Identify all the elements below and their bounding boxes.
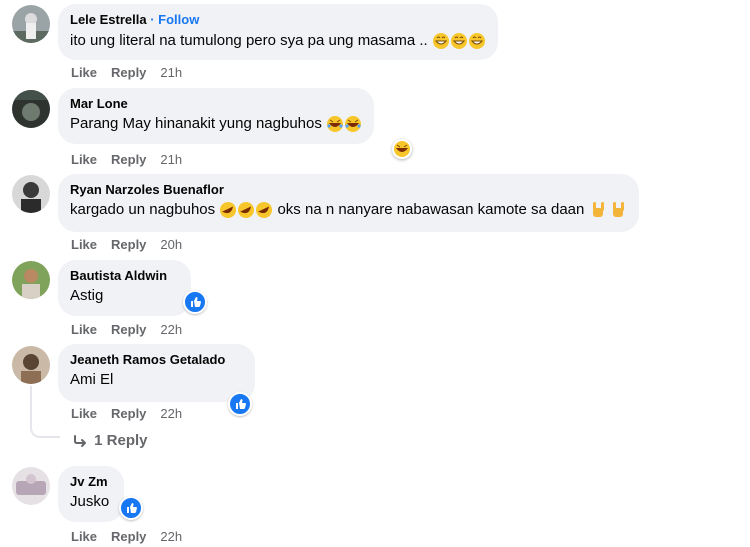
comment-actions: Like Reply 21h — [71, 65, 196, 80]
avatar[interactable] — [12, 261, 50, 299]
comment-actions: Like Reply 21h — [71, 152, 196, 167]
reply-arrow-icon — [74, 435, 86, 448]
avatar[interactable] — [12, 90, 50, 128]
laugh-reaction-icon[interactable] — [392, 139, 412, 159]
view-replies-link[interactable]: 1 Reply — [72, 432, 148, 449]
like-action[interactable]: Like — [71, 237, 97, 252]
timestamp[interactable]: 22h — [160, 322, 182, 337]
comment-text: kargado un nagbuhos — [70, 201, 216, 218]
avatar[interactable] — [12, 467, 50, 505]
reply-action[interactable]: Reply — [111, 529, 146, 544]
reply-action[interactable]: Reply — [111, 65, 146, 80]
like-action[interactable]: Like — [71, 152, 97, 167]
comment-actions: Like Reply 22h — [71, 529, 196, 544]
rofl-emoji-icon — [220, 202, 273, 219]
like-reaction-icon[interactable] — [228, 392, 252, 416]
comment-text: Astig — [70, 287, 104, 304]
comment-author[interactable]: Lele Estrella — [70, 12, 147, 27]
avatar[interactable] — [12, 346, 50, 384]
reply-action[interactable]: Reply — [111, 406, 146, 421]
comment-bubble: Jeaneth Ramos Getalado Ami El — [58, 344, 255, 402]
grin-emoji-icon — [432, 33, 485, 50]
replies-count-label: 1 Reply — [94, 432, 148, 449]
timestamp[interactable]: 22h — [160, 406, 182, 421]
comment-actions: Like Reply 22h — [71, 322, 196, 337]
avatar[interactable] — [12, 175, 50, 213]
comment-bubble: Jv Zm Jusko — [58, 466, 124, 522]
avatar[interactable] — [12, 5, 50, 43]
comment-author[interactable]: Mar Lone — [70, 95, 362, 112]
timestamp[interactable]: 21h — [160, 65, 182, 80]
like-reaction-icon[interactable] — [183, 290, 207, 314]
comment-text: Jusko — [70, 493, 110, 510]
comment-bubble: Mar Lone Parang May hinanakit yung nagbu… — [58, 88, 375, 144]
comment-actions: Like Reply 22h — [71, 406, 196, 421]
timestamp[interactable]: 21h — [160, 152, 182, 167]
like-action[interactable]: Like — [71, 406, 97, 421]
reply-action[interactable]: Reply — [111, 152, 146, 167]
follow-separator: · — [146, 12, 159, 27]
reply-action[interactable]: Reply — [111, 237, 146, 252]
comment-author[interactable]: Jv Zm — [70, 473, 112, 490]
reply-action[interactable]: Reply — [111, 322, 146, 337]
comment-text-continued: oks na n nanyare nabawasan kamote sa daa… — [273, 201, 585, 218]
comment-actions: Like Reply 20h — [71, 237, 196, 252]
comment-bubble: Lele Estrella · Follow ito ung literal n… — [58, 4, 498, 60]
rock-hand-emoji-icon — [592, 202, 624, 218]
laugh-emoji-icon — [327, 116, 362, 133]
comment-text: Ami El — [70, 371, 114, 388]
comment-text: ito ung literal na tumulong pero sya pa … — [70, 32, 428, 49]
like-reaction-icon[interactable] — [119, 496, 143, 520]
comment-bubble: Bautista Aldwin Astig — [58, 260, 191, 316]
timestamp[interactable]: 22h — [160, 529, 182, 544]
thread-line — [30, 386, 60, 438]
comment-author[interactable]: Bautista Aldwin — [70, 267, 179, 284]
like-action[interactable]: Like — [71, 322, 97, 337]
comment-text: Parang May hinanakit yung nagbuhos — [70, 115, 322, 132]
comment-bubble: Ryan Narzoles Buenaflor kargado un nagbu… — [58, 174, 639, 232]
like-action[interactable]: Like — [71, 65, 97, 80]
comment-author[interactable]: Ryan Narzoles Buenaflor — [70, 181, 627, 198]
follow-link[interactable]: Follow — [158, 12, 199, 27]
timestamp[interactable]: 20h — [160, 237, 182, 252]
like-action[interactable]: Like — [71, 529, 97, 544]
comment-author[interactable]: Jeaneth Ramos Getalado — [70, 351, 243, 368]
